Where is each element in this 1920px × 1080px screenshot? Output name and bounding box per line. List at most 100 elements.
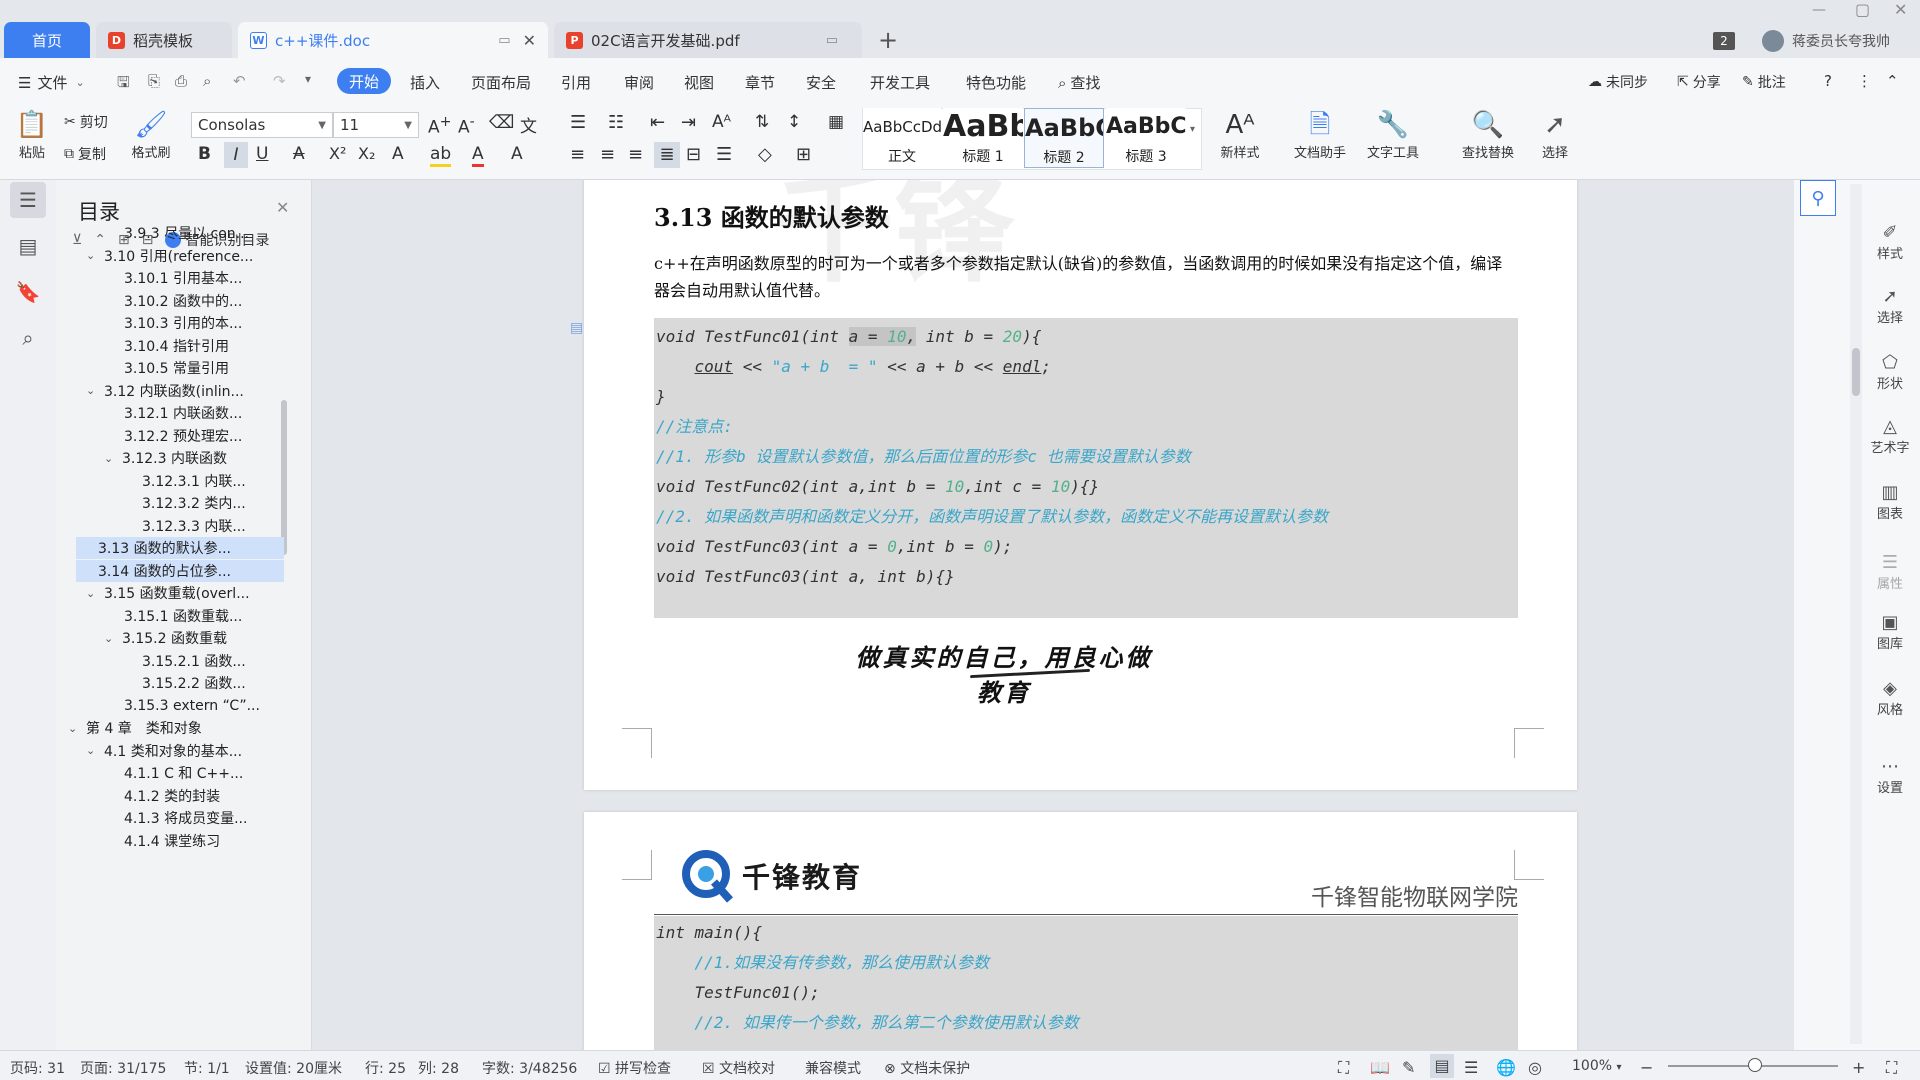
window-count-badge[interactable]: 2	[1713, 32, 1735, 50]
find-replace-button[interactable]: 🔍 查找替换	[1452, 108, 1524, 161]
toc-item[interactable]: 3.15.3 extern “C”...	[124, 695, 284, 717]
fullscreen-icon[interactable]: ⛶	[1338, 1058, 1349, 1078]
text-effect-icon[interactable]: A	[392, 144, 404, 164]
style-normal[interactable]: AaBbCcDd 正文	[863, 108, 941, 168]
toc-item[interactable]: 3.10.1 引用基本...	[124, 267, 284, 289]
close-icon[interactable]: ✕	[276, 198, 289, 217]
copy-button[interactable]: ⧉ 复制	[64, 144, 106, 164]
toc-item[interactable]: 3.10.2 函数中的...	[124, 290, 284, 312]
save-icon[interactable]: 🖫	[117, 72, 130, 97]
spell-check-button[interactable]: ☑ 拼写检查	[598, 1058, 671, 1078]
search-command[interactable]: ⌕ 查找	[1058, 72, 1100, 93]
numbered-list-icon[interactable]: ☷	[608, 112, 624, 133]
toc-item[interactable]: ⌄ 第 4 章 类和对象	[68, 717, 284, 739]
protect-button[interactable]: ⊗ 文档未保护	[884, 1058, 970, 1078]
toc-item[interactable]: 3.12.3.2 类内...	[142, 492, 284, 514]
bullet-list-icon[interactable]: ☰	[570, 112, 586, 133]
tab-pdf[interactable]: P 02C语言开发基础.pdf ▭	[554, 22, 862, 58]
toc-item[interactable]: 3.15.2.2 函数...	[142, 672, 284, 694]
outline-view-icon[interactable]: ☰	[1464, 1058, 1478, 1077]
find-panel-icon[interactable]: ⌕	[10, 320, 46, 356]
toc-panel-icon[interactable]: ☰	[10, 182, 46, 218]
toc-item[interactable]: 3.12.3.3 内联...	[142, 515, 284, 537]
print-preview-icon[interactable]: ⌕	[203, 72, 211, 90]
toc-item[interactable]: ⌄ 3.12.3 内联函数	[104, 447, 284, 469]
tab-doc[interactable]: W c++课件.doc ▭ ✕	[238, 22, 548, 58]
char-shading-icon[interactable]: A	[511, 144, 523, 164]
tab-home[interactable]: 首页	[4, 22, 90, 58]
tab-security[interactable]: 安全	[806, 72, 836, 93]
scrollbar-thumb[interactable]	[1852, 348, 1860, 396]
select-button[interactable]: ➚ 选择	[1530, 108, 1580, 161]
status-page-number[interactable]: 页码: 31	[10, 1058, 65, 1078]
collapse-ribbon-icon[interactable]: ⌃	[1886, 72, 1899, 90]
align-left-icon[interactable]: ≡	[570, 144, 585, 165]
page-view-icon[interactable]: ▤	[1430, 1054, 1454, 1078]
decrease-indent-icon[interactable]: ⇤	[650, 112, 665, 133]
toc-item[interactable]: 4.1.3 将成员变量...	[124, 807, 284, 829]
chapter-icon[interactable]: ▤	[10, 228, 46, 264]
chevron-down-icon[interactable]: ⌄	[86, 587, 104, 600]
style-gallery-scroll-icon[interactable]: ▾	[1190, 124, 1195, 135]
change-case-icon[interactable]: Aᴬ	[712, 112, 731, 132]
zoom-out-icon[interactable]: −	[1640, 1058, 1653, 1077]
tab-insert[interactable]: 插入	[410, 72, 440, 93]
style-heading-1[interactable]: AaBb 标题 1	[943, 108, 1023, 168]
phonetic-icon[interactable]: 文	[520, 112, 537, 137]
right-art-text-button[interactable]: ◬ 艺术字	[1868, 416, 1912, 456]
tab-start[interactable]: 开始	[337, 68, 391, 94]
paragraph-handle-icon[interactable]: ▤	[570, 320, 583, 336]
toc-item[interactable]: 3.10.5 常量引用	[124, 357, 284, 379]
tab-features[interactable]: 特色功能	[966, 72, 1026, 93]
toc-item[interactable]: 3.12.1 内联函数...	[124, 402, 284, 424]
share-button[interactable]: ⇱ 分享	[1677, 72, 1721, 92]
table-icon[interactable]: ▦	[828, 112, 844, 132]
align-center-icon[interactable]: ≡	[600, 144, 615, 165]
sync-button[interactable]: ☁ 未同步	[1588, 72, 1648, 92]
cut-button[interactable]: ✂ 剪切	[64, 112, 108, 132]
close-tab-icon[interactable]: ✕	[523, 31, 536, 50]
toc-item[interactable]: ⌄ 3.15.2 函数重载	[104, 627, 284, 649]
toc-item[interactable]: ⌄ 3.12 内联函数(inlin...	[86, 380, 284, 402]
window-icon[interactable]: ▭	[826, 33, 838, 48]
tab-developer[interactable]: 开发工具	[870, 72, 930, 93]
toc-item[interactable]: 3.14 函数的占位参...	[76, 559, 284, 582]
sort-icon[interactable]: ⇅	[755, 112, 769, 132]
tab-daoke[interactable]: D 稻壳模板	[96, 22, 232, 58]
subscript-icon[interactable]: X₂	[358, 144, 375, 163]
new-style-button[interactable]: Aᴬ 新样式	[1210, 108, 1270, 161]
output-icon[interactable]: ⎘	[148, 72, 160, 90]
chevron-down-icon[interactable]: ⌄	[104, 452, 122, 465]
right-theme-button[interactable]: ◈ 风格	[1868, 678, 1912, 718]
tab-references[interactable]: 引用	[561, 72, 591, 93]
italic-icon[interactable]: I	[224, 142, 248, 168]
toc-item[interactable]: 3.9.3 尽量以 con...	[124, 222, 284, 244]
chevron-down-icon[interactable]: ⌄	[104, 632, 122, 645]
read-mode-icon[interactable]: 📖	[1370, 1058, 1390, 1077]
status-pages[interactable]: 页面: 31/175	[80, 1058, 166, 1078]
right-chart-button[interactable]: ▥ 图表	[1868, 482, 1912, 522]
doc-assistant-button[interactable]: 🗎 文档助手	[1288, 108, 1352, 161]
highlight-icon[interactable]: ab	[430, 144, 452, 167]
bookmark-icon[interactable]: 🔖	[10, 274, 46, 310]
redo-icon[interactable]: ↷	[273, 72, 286, 90]
toc-item[interactable]: 3.10.3 引用的本...	[124, 312, 284, 334]
right-gallery-button[interactable]: ▣ 图库	[1868, 612, 1912, 652]
format-painter-button[interactable]: 🖌 格式刷	[126, 108, 176, 161]
shading-icon[interactable]: ◇	[758, 144, 772, 165]
chevron-down-icon[interactable]: ⌄	[86, 249, 104, 262]
toc-item[interactable]: 3.13 函数的默认参...	[76, 537, 284, 559]
more-icon[interactable]: ⋮	[1857, 72, 1872, 90]
undo-icon[interactable]: ↶	[233, 72, 246, 90]
proofread-button[interactable]: ☒ 文档校对	[702, 1058, 775, 1078]
write-mode-icon[interactable]: ✎	[1402, 1058, 1415, 1077]
right-shape-button[interactable]: ⬠ 形状	[1868, 352, 1912, 392]
strikethrough-icon[interactable]: A	[293, 144, 305, 164]
align-right-icon[interactable]: ≡	[628, 144, 643, 165]
increase-indent-icon[interactable]: ⇥	[681, 112, 696, 133]
toc-item[interactable]: 3.12.3.1 内联...	[142, 470, 284, 492]
clear-format-icon[interactable]: ⌫	[489, 112, 514, 133]
help-icon[interactable]: ?	[1824, 72, 1832, 90]
toc-item[interactable]: 3.12.2 预处理宏...	[124, 425, 284, 447]
minimize-icon[interactable]: —	[1812, 2, 1826, 18]
